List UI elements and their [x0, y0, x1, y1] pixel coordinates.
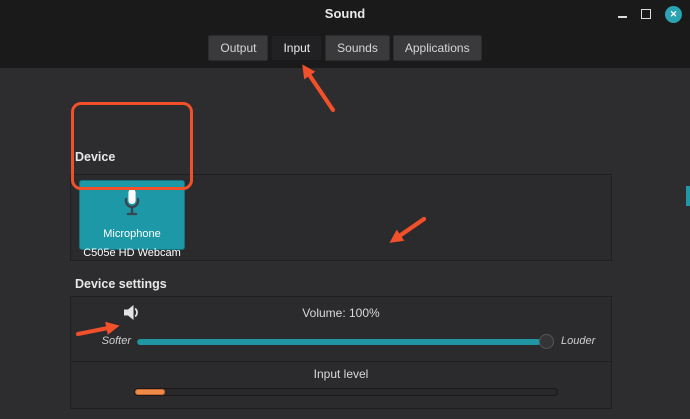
panel-divider: [71, 361, 611, 362]
tab-output[interactable]: Output: [208, 35, 268, 61]
input-level-bar: [134, 388, 558, 396]
tab-bar: Output Input Sounds Applications: [0, 28, 690, 68]
device-name-line2: C505e HD Webcam: [83, 247, 181, 261]
scrollbar-thumb[interactable]: [686, 186, 690, 206]
volume-value-label: Volume: 100%: [71, 306, 611, 320]
tab-sounds[interactable]: Sounds: [325, 35, 390, 61]
maximize-icon[interactable]: [641, 9, 651, 19]
titlebar[interactable]: Sound ✕: [0, 0, 690, 28]
device-settings-panel: Volume: 100% Softer Louder Input level: [70, 296, 612, 409]
volume-slider-fill: [137, 339, 541, 345]
slider-max-label: Louder: [561, 335, 595, 347]
volume-slider-track[interactable]: [137, 339, 541, 345]
minimize-icon[interactable]: [618, 16, 627, 18]
window-title: Sound: [0, 0, 690, 28]
input-level-fill: [135, 389, 165, 395]
microphone-icon: [120, 188, 144, 223]
sound-window: Sound ✕ Output Input Sounds Applications…: [0, 0, 690, 419]
device-name-line1: Microphone: [103, 228, 160, 242]
tab-applications[interactable]: Applications: [393, 35, 482, 61]
input-level-label: Input level: [71, 367, 611, 381]
settings-section-heading: Device settings: [75, 277, 167, 291]
volume-slider-handle[interactable]: [539, 334, 554, 349]
device-list: Microphone C505e HD Webcam: [70, 174, 612, 261]
content-area: Device Microphone C505e HD Webcam Device…: [0, 68, 690, 419]
device-section-heading: Device: [75, 150, 115, 164]
tab-input[interactable]: Input: [271, 35, 322, 61]
window-controls: ✕: [618, 0, 682, 28]
close-icon[interactable]: ✕: [665, 6, 682, 23]
device-card-microphone[interactable]: Microphone C505e HD Webcam: [79, 180, 185, 250]
slider-min-label: Softer: [91, 335, 131, 347]
